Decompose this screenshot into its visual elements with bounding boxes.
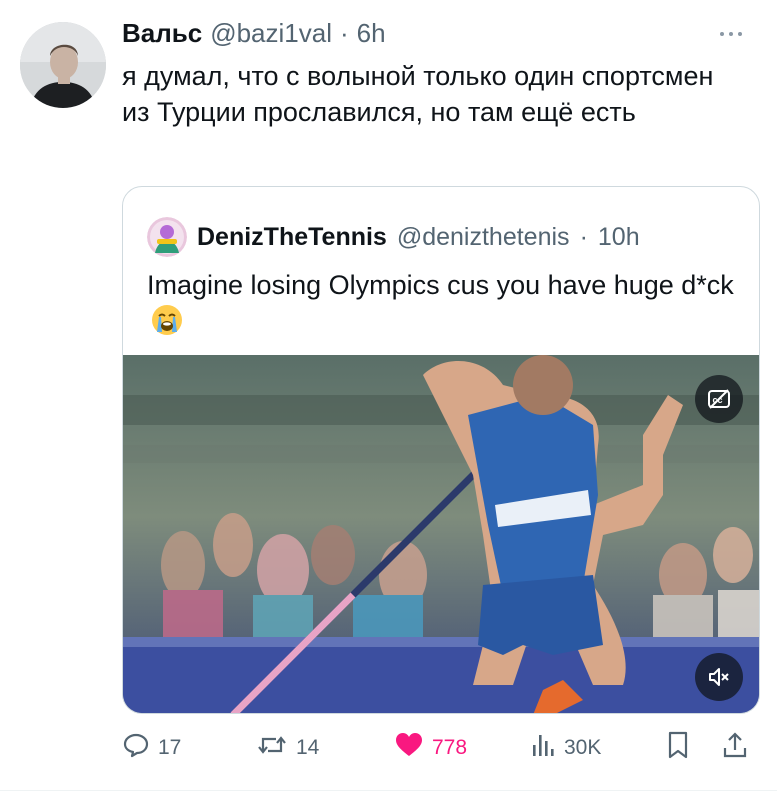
repost-icon — [256, 731, 288, 765]
tweet-text: я думал, что с волыной только один спорт… — [122, 61, 714, 128]
share-icon — [722, 730, 748, 766]
author-name[interactable]: Вальс — [122, 18, 202, 49]
quoted-author-name[interactable]: DenizTheTennis — [197, 223, 387, 252]
video-frame — [123, 355, 759, 713]
like-count: 778 — [432, 736, 468, 759]
more-options-icon[interactable] — [711, 24, 751, 44]
repost-count: 14 — [296, 736, 320, 759]
views-chart-icon — [530, 731, 556, 765]
tweet-header: Вальс @bazi1val · 6h — [122, 18, 386, 49]
tweet-time[interactable]: 6h — [357, 18, 386, 49]
author-avatar[interactable] — [20, 22, 106, 108]
tweet-actions: 17 14 778 30K — [122, 728, 758, 768]
captions-off-icon[interactable]: cc — [695, 375, 743, 423]
reply-icon — [122, 731, 150, 765]
bookmark-button[interactable] — [666, 728, 690, 768]
heart-icon — [394, 731, 424, 765]
views-count: 30K — [564, 736, 602, 759]
tweet[interactable]: Вальс @bazi1val · 6h я думал, что с волы… — [0, 0, 777, 800]
author-handle[interactable]: @bazi1val — [210, 18, 332, 49]
quoted-author-avatar[interactable] — [147, 217, 187, 257]
quoted-tweet-text-block: Imagine losing Olympics cus you have hug… — [147, 267, 747, 346]
quoted-separator-dot: · — [579, 222, 588, 251]
bookmark-icon — [666, 730, 690, 766]
reply-count: 17 — [158, 736, 182, 759]
like-button[interactable]: 778 — [394, 728, 467, 768]
views-button[interactable]: 30K — [530, 728, 601, 768]
quoted-tweet-time[interactable]: 10h — [598, 223, 640, 252]
video-player[interactable]: cc — [123, 355, 759, 713]
loudly-crying-face-icon — [151, 304, 183, 345]
share-button[interactable] — [722, 728, 748, 768]
repost-button[interactable]: 14 — [256, 728, 319, 768]
quoted-author-handle[interactable]: @denizthetenis — [397, 223, 570, 252]
quoted-tweet-header: DenizTheTennis @denizthetenis · 10h — [147, 217, 640, 257]
reply-button[interactable]: 17 — [122, 728, 181, 768]
muted-speaker-icon[interactable] — [695, 653, 743, 701]
quoted-tweet[interactable]: DenizTheTennis @denizthetenis · 10h Imag… — [122, 186, 760, 714]
separator-dot: · — [340, 18, 349, 48]
tweet-divider — [0, 790, 777, 791]
quoted-tweet-text: Imagine losing Olympics cus you have hug… — [147, 270, 734, 300]
